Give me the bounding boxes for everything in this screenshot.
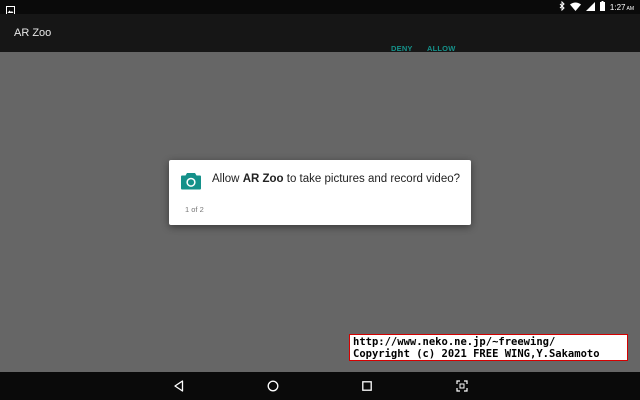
back-icon[interactable] [165, 372, 193, 400]
dialog-message: Allow AR Zoo to take pictures and record… [212, 173, 462, 185]
status-bar: 1:27AM [0, 0, 640, 15]
status-time-ampm: AM [626, 5, 635, 12]
signal-icon [585, 1, 595, 13]
screenshot-icon[interactable] [448, 372, 476, 400]
status-icons: 1:27AM [559, 0, 634, 14]
camera-icon [181, 172, 201, 190]
dialog-app-name: AR Zoo [242, 173, 284, 185]
navigation-bar [0, 372, 640, 400]
permission-dialog: Allow AR Zoo to take pictures and record… [169, 160, 471, 225]
copyright-watermark: http://www.neko.ne.jp/~freewing/ Copyrig… [349, 334, 628, 361]
bluetooth-icon [559, 0, 565, 13]
dialog-message-suffix: to take pictures and record video? [283, 173, 461, 185]
permission-counter: 1 of 2 [185, 205, 204, 214]
wifi-icon [569, 2, 581, 13]
status-time-value: 1:27 [609, 2, 626, 12]
watermark-url: http://www.neko.ne.jp/~freewing/ [353, 336, 556, 348]
app-title: AR Zoo [14, 27, 52, 39]
status-time: 1:27AM [610, 3, 634, 12]
dialog-message-prefix: Allow [212, 173, 243, 185]
home-icon[interactable] [259, 372, 287, 400]
app-bar: AR Zoo [0, 14, 640, 52]
recents-icon[interactable] [353, 372, 381, 400]
allow-button[interactable]: ALLOW [423, 41, 460, 57]
deny-button[interactable]: DENY [387, 41, 417, 57]
watermark-copyright: Copyright (c) 2021 FREE WING,Y.Sakamoto [353, 348, 600, 360]
battery-icon [599, 1, 605, 13]
